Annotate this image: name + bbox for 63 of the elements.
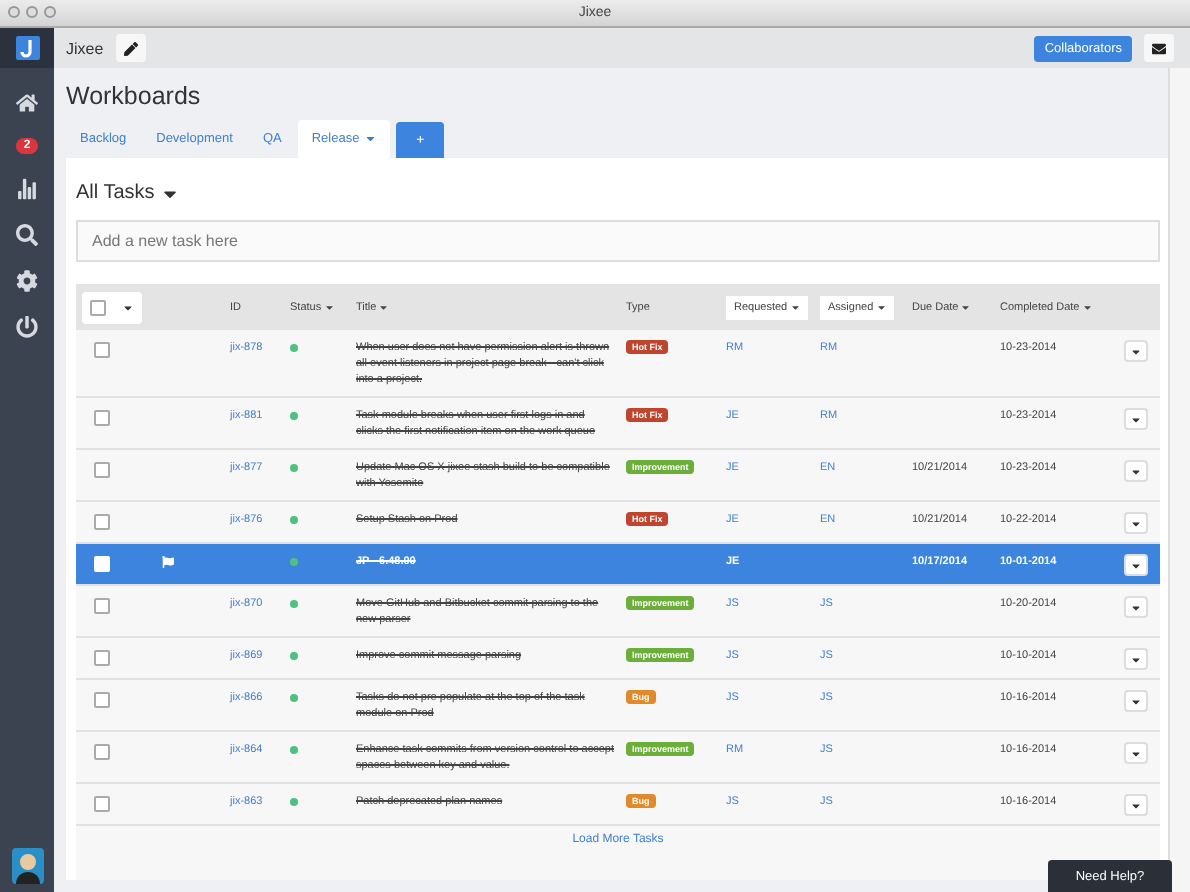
caret-icon — [1130, 559, 1142, 571]
row-checkbox[interactable] — [94, 650, 110, 666]
status-dot — [290, 344, 298, 352]
settings-icon[interactable] — [16, 270, 38, 292]
row-checkbox[interactable] — [94, 744, 110, 760]
home-icon[interactable] — [16, 92, 38, 114]
row-menu-button[interactable] — [1124, 460, 1148, 482]
row-checkbox[interactable] — [94, 796, 110, 812]
row-menu-button[interactable] — [1124, 742, 1148, 764]
row-menu-button[interactable] — [1124, 512, 1148, 534]
caret-icon — [1130, 517, 1142, 529]
caret-icon — [1130, 653, 1142, 665]
search-icon[interactable] — [16, 224, 38, 246]
caret-icon — [1130, 747, 1142, 759]
row-menu-button[interactable] — [1124, 596, 1148, 618]
pencil-icon — [123, 41, 138, 55]
edit-button[interactable] — [115, 34, 146, 62]
caret-icon — [789, 301, 801, 313]
row-menu-button[interactable] — [1124, 794, 1148, 816]
status-dot — [290, 652, 298, 660]
caret-icon — [960, 301, 972, 313]
caret-icon — [1130, 413, 1142, 425]
row-checkbox[interactable] — [94, 410, 110, 426]
select-all-checkbox[interactable] — [90, 299, 106, 315]
panel-title[interactable]: All Tasks — [76, 182, 1160, 204]
caret-icon — [875, 301, 887, 313]
status-dot — [290, 600, 298, 608]
bar-chart-icon[interactable] — [16, 178, 38, 200]
row-checkbox[interactable] — [94, 514, 110, 530]
caret-icon — [1130, 601, 1142, 613]
new-task-field[interactable]: Add a new task here — [76, 220, 1160, 262]
row-checkbox[interactable] — [94, 692, 110, 708]
caret-icon — [1081, 301, 1093, 313]
row-checkbox[interactable] — [94, 462, 110, 478]
row-checkbox[interactable] — [94, 598, 110, 614]
status-dot — [290, 464, 298, 472]
row-menu-button[interactable] — [1124, 340, 1148, 362]
status-dot — [290, 516, 298, 524]
mail-button[interactable] — [1144, 34, 1174, 62]
caret-icon — [378, 301, 390, 313]
logo-icon — [0, 28, 54, 68]
status-dot — [290, 746, 298, 754]
envelope-icon — [1152, 41, 1166, 55]
row-menu-button[interactable] — [1124, 554, 1148, 576]
avatar-icon[interactable] — [11, 848, 43, 884]
caret-icon — [1130, 799, 1142, 811]
row-menu-button[interactable] — [1124, 690, 1148, 712]
status-dot — [290, 412, 298, 420]
row-checkbox[interactable] — [94, 342, 110, 358]
row-menu-button[interactable] — [1124, 408, 1148, 430]
caret-icon — [1130, 465, 1142, 477]
project-name: Jixee — [66, 39, 104, 57]
status-dot — [290, 694, 298, 702]
status-dot — [290, 558, 298, 566]
caret-icon — [363, 132, 377, 146]
caret-icon — [122, 301, 134, 313]
status-dot — [290, 798, 298, 806]
page-title: Workboards — [66, 82, 203, 110]
row-menu-button[interactable] — [1124, 648, 1148, 670]
caret-icon — [1130, 695, 1142, 707]
caret-icon — [323, 301, 335, 313]
caret-icon — [1130, 345, 1142, 357]
power-icon[interactable] — [16, 316, 38, 338]
